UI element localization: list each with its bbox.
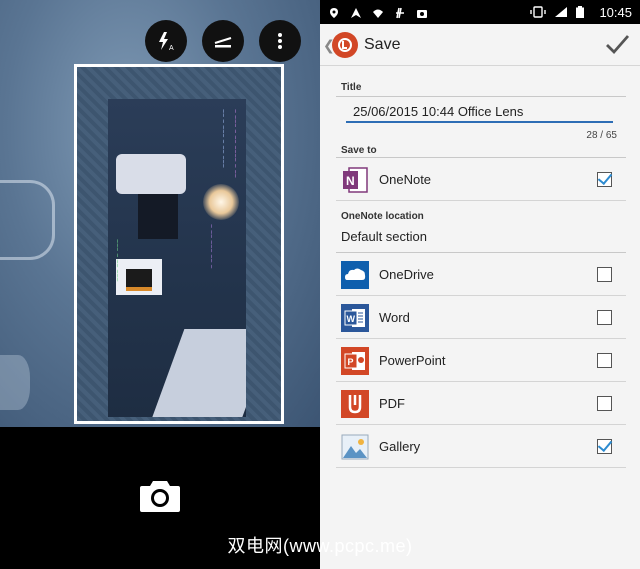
gallery-icon (341, 433, 369, 461)
powerpoint-checkbox[interactable] (597, 353, 612, 368)
target-label: OneDrive (379, 267, 434, 282)
save-to-label: Save to (341, 145, 377, 156)
onenote-icon: N (341, 166, 369, 194)
target-label: OneNote (379, 172, 432, 187)
location-pin-icon (328, 6, 340, 18)
title-char-count: 28 / 65 (586, 130, 617, 141)
save-target-onedrive[interactable]: OneDrive (336, 253, 626, 296)
divider (336, 96, 626, 97)
powerpoint-icon: P (341, 347, 369, 375)
svg-text:A: A (169, 45, 174, 52)
navigation-icon (350, 6, 362, 18)
more-vert-icon (269, 30, 291, 52)
target-label: PowerPoint (379, 353, 446, 368)
flash-auto-icon: A (155, 30, 177, 52)
save-target-pdf[interactable]: PDF (336, 382, 626, 425)
title-label: Title (341, 82, 362, 93)
save-target-gallery[interactable]: Gallery (336, 425, 626, 468)
save-target-powerpoint[interactable]: P PowerPoint (336, 339, 626, 382)
gallery-checkbox[interactable] (597, 439, 612, 454)
word-icon: W (341, 304, 369, 332)
save-screen: 10:45 ❮ Save Title 28 / 65 Save to N One… (320, 0, 640, 569)
target-label: PDF (379, 396, 405, 411)
scan-mode-button[interactable] (202, 20, 244, 62)
save-target-onenote[interactable]: N OneNote (336, 158, 626, 201)
onedrive-icon (341, 261, 369, 289)
pdf-icon (341, 390, 369, 418)
pdf-checkbox[interactable] (597, 396, 612, 411)
wall-decoration (0, 355, 30, 410)
page-title: Save (364, 36, 401, 53)
flash-auto-button[interactable]: A (145, 20, 187, 62)
onenote-location-value[interactable]: Default section (341, 229, 427, 244)
svg-text:W: W (347, 314, 356, 324)
save-target-word[interactable]: W Word (336, 296, 626, 339)
office-lens-logo[interactable] (332, 32, 358, 58)
target-label: Gallery (379, 439, 421, 454)
svg-text:P: P (348, 357, 354, 367)
status-indicators (530, 5, 584, 23)
app-bar: ❮ Save (320, 24, 640, 66)
wifi-icon (372, 6, 384, 18)
vibrate-icon (530, 5, 546, 23)
title-input[interactable] (346, 101, 613, 123)
onenote-location-label: OneNote location (341, 211, 424, 222)
status-bar: 10:45 (320, 0, 640, 24)
camera-icon (138, 481, 182, 518)
onedrive-checkbox[interactable] (597, 267, 612, 282)
more-options-button[interactable] (259, 20, 301, 62)
watermark-text: 双电网(www.pcpc.me) (227, 536, 413, 556)
word-checkbox[interactable] (597, 310, 612, 325)
target-label: Word (379, 310, 410, 325)
camera-screen: ~ ~~~ ~ ~~ ~~~~ ~ ~~ ~~ ~ ~~~ ~ ~~ ~~~ ~… (0, 0, 320, 569)
onenote-checkbox[interactable] (597, 172, 612, 187)
app-notification-icon (394, 6, 406, 19)
camera-notification-icon (416, 6, 428, 18)
camera-viewfinder: ~ ~~~ ~ ~~ ~~~~ ~ ~~ ~~ ~ ~~~ ~ ~~ ~~~ ~… (0, 0, 320, 427)
document-detection-outline[interactable] (74, 64, 284, 424)
svg-text:N: N (346, 174, 355, 188)
battery-icon (576, 5, 584, 23)
status-time: 10:45 (599, 5, 632, 20)
wall-decoration (0, 180, 55, 260)
scan-mode-icon (212, 30, 234, 52)
signal-icon (554, 5, 568, 23)
shutter-button[interactable] (138, 478, 182, 514)
confirm-save-button[interactable] (602, 30, 632, 60)
checkmark-icon (606, 35, 630, 55)
